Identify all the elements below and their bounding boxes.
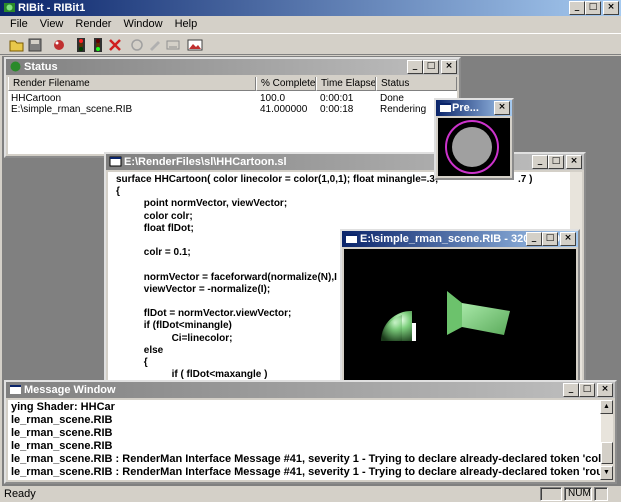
code-line: float flDot; xyxy=(116,222,194,234)
traffic-light-red-icon[interactable] xyxy=(72,37,90,53)
app-title: RIBit - RIBit1 xyxy=(18,2,86,14)
toolbar xyxy=(0,33,621,55)
table-cell: Rendering xyxy=(380,104,427,115)
status-titlebar[interactable]: Status _ □ × xyxy=(6,59,459,75)
code-line: if (flDot<minangle) xyxy=(116,320,232,332)
column-header-status[interactable]: Status xyxy=(376,77,457,91)
code-line: viewVector = -normalize(I); xyxy=(116,283,271,295)
status-list[interactable]: Render Filename % Complete Time Elapsed … xyxy=(8,77,457,154)
minimize-button[interactable]: _ xyxy=(569,1,585,15)
message-scroll-down-button[interactable]: ▼ xyxy=(600,466,613,480)
message-line: le_rman_scene.RIB xyxy=(11,427,113,439)
close-button[interactable]: × xyxy=(603,1,619,15)
disabled-tool-2-icon[interactable] xyxy=(146,37,164,53)
status-maximize-button[interactable]: □ xyxy=(423,60,439,74)
code-line-suffix: .7 ) xyxy=(518,174,533,185)
code-line: normVector = faceforward(normalize(N),I xyxy=(116,271,337,283)
status-minimize-button[interactable]: _ xyxy=(407,60,423,74)
save-icon[interactable] xyxy=(26,37,44,53)
message-line: le_rman_scene.RIB : RenderMan Interface … xyxy=(11,453,601,465)
preview-window-title: Pre... xyxy=(452,102,479,114)
message-line: le_rman_scene.RIB : RenderMan Interface … xyxy=(11,466,601,478)
menu-help[interactable]: Help xyxy=(169,16,204,32)
statusbar-text: Ready xyxy=(4,488,36,500)
preview-close-button[interactable]: × xyxy=(494,101,510,115)
statusbar: Ready NUM xyxy=(0,486,621,502)
menu-window[interactable]: Window xyxy=(117,16,168,32)
render-window-icon xyxy=(346,234,357,243)
message-window-icon xyxy=(10,385,21,394)
image-tool-icon[interactable] xyxy=(186,37,204,53)
message-window[interactable]: Message Window _ □ × ying Shader: HHCar l… xyxy=(4,380,617,484)
message-maximize-button[interactable]: □ xyxy=(579,383,595,397)
menu-render[interactable]: Render xyxy=(69,16,117,32)
app-icon xyxy=(4,3,15,12)
statusbar-panel-scrl xyxy=(594,487,608,501)
preview-titlebar[interactable]: Pre... × xyxy=(436,100,512,116)
code-line: { xyxy=(116,357,148,368)
preview-sphere-image xyxy=(445,120,499,174)
preview-window[interactable]: Pre... × xyxy=(434,98,514,180)
code-line: Ci=linecolor; xyxy=(116,332,233,344)
message-minimize-button[interactable]: _ xyxy=(563,383,579,397)
status-window-title: Status xyxy=(24,61,58,73)
disabled-tool-1-icon[interactable] xyxy=(128,37,146,53)
menubar: File View Render Window Help xyxy=(0,16,621,32)
menu-file[interactable]: File xyxy=(4,16,34,32)
code-window-title: E:\RenderFiles\sl\HHCartoon.sl xyxy=(124,156,287,168)
message-line: le_rman_scene.RIB xyxy=(11,414,113,426)
table-cell: E:\simple_rman_scene.RIB xyxy=(11,104,133,115)
render-icon[interactable] xyxy=(50,37,68,53)
message-titlebar[interactable]: Message Window _ □ × xyxy=(6,382,615,398)
column-header-time[interactable]: Time Elapsed xyxy=(316,77,376,91)
code-close-button[interactable]: × xyxy=(566,155,582,169)
statusbar-panel-num: NUM xyxy=(564,487,592,501)
maximize-button[interactable]: □ xyxy=(585,1,601,15)
column-header-filename[interactable]: Render Filename xyxy=(8,77,256,91)
traffic-light-green-icon[interactable] xyxy=(89,37,107,53)
render-close-button[interactable]: × xyxy=(560,232,576,246)
render-minimize-button[interactable]: _ xyxy=(526,232,542,246)
message-window-title: Message Window xyxy=(24,384,116,396)
message-log[interactable]: ying Shader: HHCar le_rman_scene.RIB le_rm… xyxy=(8,400,601,480)
message-scrollbar[interactable]: ▲ ▼ xyxy=(600,400,613,480)
open-icon[interactable] xyxy=(8,37,26,53)
code-line: color colr; xyxy=(116,210,193,222)
code-window-icon xyxy=(109,156,122,167)
message-line: le_rman_scene.RIB xyxy=(11,440,113,452)
code-line: if ( flDot<maxangle ) xyxy=(116,369,268,381)
menu-view[interactable]: View xyxy=(34,16,70,32)
table-cell: 100.0 xyxy=(260,93,286,104)
preview-window-icon xyxy=(440,103,451,112)
code-minimize-button[interactable]: _ xyxy=(532,155,548,169)
render-titlebar[interactable]: E:\simple_rman_scene.RIB - 320 x 240 _ □… xyxy=(342,231,578,247)
statusbar-panel-caps xyxy=(540,487,562,501)
disabled-tool-3-icon[interactable] xyxy=(164,37,182,53)
stop-x-icon[interactable] xyxy=(106,37,124,53)
code-line: flDot = normVector.viewVector; xyxy=(116,308,292,320)
status-window-icon xyxy=(10,61,21,72)
table-cell: 0:00:01 xyxy=(320,93,354,104)
message-line: ying Shader: HHCar xyxy=(11,401,115,413)
status-close-button[interactable]: × xyxy=(441,60,457,74)
code-line: { xyxy=(116,186,120,198)
status-window[interactable]: Status _ □ × Render Filename % Complete … xyxy=(4,57,461,158)
preview-canvas xyxy=(438,118,510,176)
table-cell: 0:00:18 xyxy=(320,104,354,115)
message-close-button[interactable]: × xyxy=(597,383,613,397)
code-maximize-button[interactable]: □ xyxy=(548,155,564,169)
code-line: else xyxy=(116,344,164,356)
table-cell: HHCartoon xyxy=(11,93,62,104)
message-scroll-thumb[interactable] xyxy=(601,442,613,464)
render-maximize-button[interactable]: □ xyxy=(542,232,558,246)
message-scroll-up-button[interactable]: ▲ xyxy=(600,400,613,414)
table-cell: 41.000000 xyxy=(260,104,308,115)
code-line: point normVector, viewVector; xyxy=(116,198,288,210)
code-line: surface HHCartoon( color linecolor = col… xyxy=(116,174,439,185)
app-titlebar[interactable]: RIBit - RIBit1 _ □ × xyxy=(0,0,621,16)
column-header-complete[interactable]: % Complete xyxy=(256,77,316,91)
code-line: colr = 0.1; xyxy=(116,247,191,259)
table-cell: Done xyxy=(380,93,404,104)
